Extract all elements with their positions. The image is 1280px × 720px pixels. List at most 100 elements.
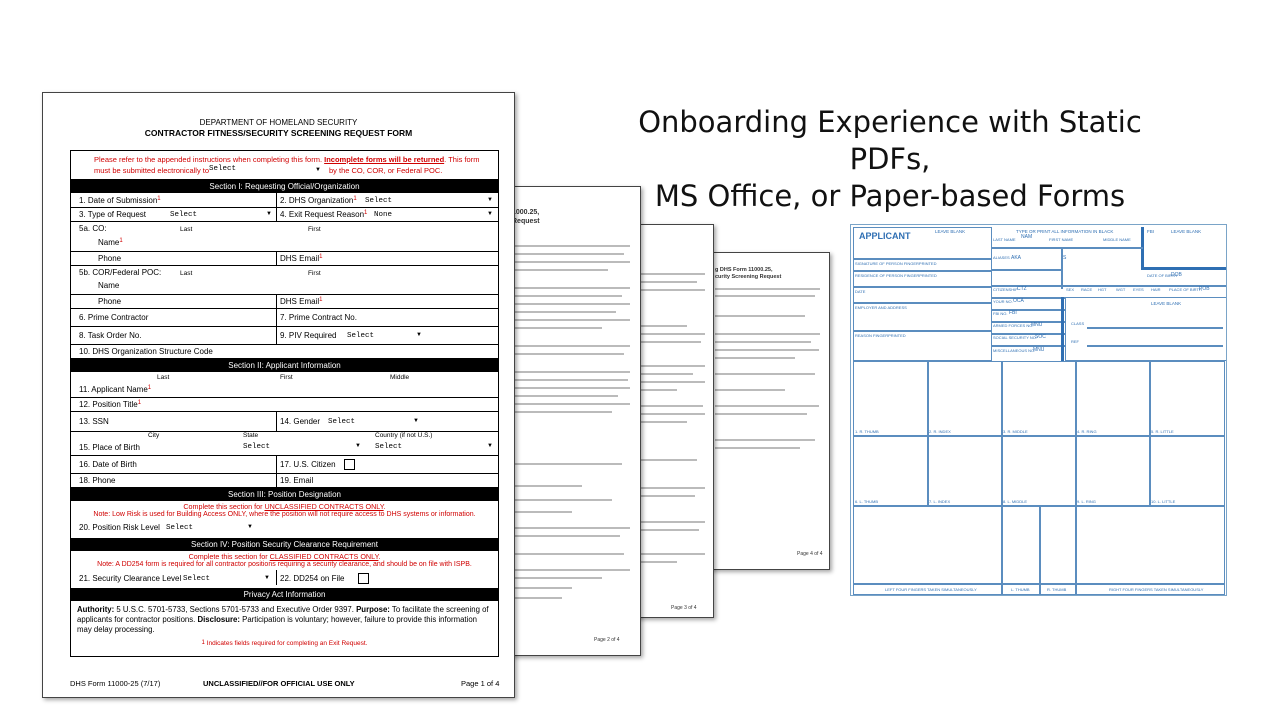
- fp-l-thumb: L. THUMB: [1011, 587, 1030, 592]
- row-6-7: 6. Prime Contractor 7. Prime Contract No…: [71, 308, 498, 327]
- page-4-heading-a: g DHS Form 11000.25,: [715, 267, 773, 273]
- fp-your-no: YOUR NO.: [993, 299, 1013, 304]
- fp-date-label: DATE: [855, 289, 866, 294]
- piv-required-select[interactable]: Select: [347, 332, 374, 340]
- row-10: 10. DHS Organization Structure Code: [71, 344, 498, 359]
- exit-reason-label: 4. Exit Request Reason: [280, 210, 365, 219]
- form-page-2: 1000.25, Request Page 2 of 4: [505, 186, 641, 656]
- row-16-17: 16. Date of Birth 17. U.S. Citizen: [71, 455, 498, 474]
- chevron-down-icon: ▼: [264, 575, 270, 581]
- birth-country-select[interactable]: Select: [375, 443, 402, 451]
- privacy-authority-label: Authority:: [77, 605, 115, 614]
- privacy-text: Authority: 5 U.S.C. 5701-5733, Sections …: [77, 605, 493, 635]
- fp-finger-7: 7. L. INDEX: [929, 499, 951, 504]
- cor-dhs-email-label: DHS Email: [280, 297, 320, 306]
- row-20: 20. Position Risk Level Select ▼: [71, 520, 498, 535]
- s4-note-2: Note: A DD254 form is required for all c…: [97, 561, 472, 568]
- co-first-label: First: [308, 226, 321, 233]
- applicant-first-label: First: [280, 374, 293, 381]
- co-phone-label: Phone: [98, 254, 122, 263]
- type-of-request-label: 3. Type of Request: [79, 210, 147, 219]
- fp-citizenship: CITIZENSHIP: [993, 287, 1018, 292]
- submit-to-select[interactable]: Select: [209, 165, 236, 173]
- us-citizen-checkbox[interactable]: [344, 459, 355, 470]
- fp-pob: POB: [1199, 286, 1210, 292]
- fp-fbi: FBI: [1147, 229, 1155, 234]
- slide-title: Onboarding Experience with Static PDFs, …: [600, 104, 1180, 215]
- row-5b-phone: Phone DHS Email1: [71, 294, 498, 309]
- fp-hair: HAIR: [1151, 287, 1161, 292]
- form-body: Please refer to the appended instruction…: [70, 150, 499, 657]
- co-label: 5a. CO:: [79, 224, 107, 233]
- dd254-checkbox[interactable]: [358, 573, 369, 584]
- notice-text-2: . This form: [444, 155, 480, 164]
- phone-label: 18. Phone: [79, 476, 116, 485]
- gender-select[interactable]: Select: [328, 418, 355, 426]
- co-name-label: Name: [98, 238, 120, 247]
- chevron-down-icon: ▼: [247, 524, 253, 530]
- section-2-header: Section II: Applicant Information: [71, 359, 498, 372]
- birth-state-select[interactable]: Select: [243, 443, 270, 451]
- dd254-label: 22. DD254 on File: [280, 574, 345, 583]
- fp-finger-8: 8. L. MIDDLE: [1003, 499, 1028, 504]
- privacy-purpose-label: Purpose:: [356, 605, 390, 614]
- notice-text-1: Please refer to the appended instruction…: [94, 155, 323, 164]
- section-4-header: Section IV: Position Security Clearance …: [71, 538, 498, 551]
- form-agency: DEPARTMENT OF HOMELAND SECURITY: [199, 118, 358, 127]
- s3-note-1a: Complete this section for: [183, 502, 265, 511]
- prime-contractor-label: 6. Prime Contractor: [79, 313, 149, 322]
- clearance-level-select[interactable]: Select: [183, 575, 210, 583]
- ssn-label: 13. SSN: [79, 417, 109, 426]
- piv-required-label: 9. PIV Required: [280, 331, 337, 340]
- fp-armed-forces: ARMED FORCES NO.: [993, 323, 1034, 328]
- fp-fbi-val: FBI: [1009, 310, 1017, 316]
- dhs-organization-select[interactable]: Select: [365, 197, 392, 205]
- footer-classification: UNCLASSIFIED//FOR OFFICIAL USE ONLY: [203, 679, 355, 688]
- page-2-label: Page 2 of 4: [594, 637, 620, 643]
- section-1-header: Section I: Requesting Official/Organizat…: [71, 180, 498, 193]
- fp-misc-no: MISCELLANEOUS NO.: [993, 348, 1036, 353]
- form-title: CONTRACTOR FITNESS/SECURITY SCREENING RE…: [144, 128, 413, 138]
- fp-aliases: ALIASES: [993, 255, 1010, 260]
- page-4-heading-b: curity Screening Request: [715, 274, 782, 280]
- fp-reason: REASON FINGERPRINTED: [855, 333, 906, 338]
- s4-note-1a: Complete this section for: [188, 552, 270, 561]
- page-4-label: Page 4 of 4: [797, 551, 823, 557]
- section-4-notes: Complete this section for CLASSIFIED CON…: [71, 551, 498, 570]
- fp-signature-fingerprinted: SIGNATURE OF PERSON FINGERPRINTED: [855, 261, 937, 266]
- chevron-down-icon: ▼: [315, 167, 321, 173]
- fp-dob: DOB: [1171, 272, 1182, 278]
- fp-finger-9: 9. L. RING: [1077, 499, 1096, 504]
- form-page-1: DEPARTMENT OF HOMELAND SECURITY CONTRACT…: [42, 92, 515, 698]
- fp-first-name: FIRST NAME: [1049, 237, 1074, 242]
- co-dhs-email-label: DHS Email: [280, 254, 320, 263]
- fp-middle-name: MIDDLE NAME: [1103, 237, 1131, 242]
- fp-finger-3: 3. R. MIDDLE: [1003, 429, 1028, 434]
- email-label: 19. Email: [280, 476, 314, 485]
- cor-first-label: First: [308, 270, 321, 277]
- fp-finger-4: 4. R. RING: [1077, 429, 1097, 434]
- fp-place-of-birth: PLACE OF BIRTH: [1169, 287, 1202, 292]
- exit-reason-select[interactable]: None: [374, 211, 392, 219]
- fp-finger-5: 5. R. LITTLE: [1151, 429, 1174, 434]
- position-risk-select[interactable]: Select: [166, 524, 193, 532]
- privacy-header: Privacy Act Information: [71, 588, 498, 601]
- fp-finger-10: 10. L. LITTLE: [1151, 499, 1176, 504]
- chevron-down-icon: ▼: [487, 197, 493, 203]
- page-2-heading-b: Request: [512, 218, 540, 225]
- type-of-request-select[interactable]: Select: [170, 211, 197, 219]
- fp-finger-2: 2. R. INDEX: [929, 429, 951, 434]
- row-8-9: 8. Task Order No. 9. PIV Required Select…: [71, 326, 498, 345]
- fp-residence: RESIDENCE OF PERSON FINGERPRINTED: [855, 273, 937, 278]
- row-21-22: 21. Security Clearance Level Select ▼ 22…: [71, 570, 498, 585]
- applicant-middle-label: Middle: [390, 374, 410, 381]
- chevron-down-icon: ▼: [487, 211, 493, 217]
- fp-class: CLASS: [1071, 321, 1085, 326]
- cor-name-label: Name: [98, 281, 120, 290]
- fp-sex-marker: S: [1063, 255, 1067, 261]
- place-of-birth-label: 15. Place of Birth: [79, 443, 140, 452]
- row-18-19: 18. Phone 19. Email: [71, 473, 498, 488]
- cor-label: 5b. COR/Federal POC:: [79, 268, 162, 277]
- dhs-organization-label: 2. DHS Organization: [280, 196, 354, 205]
- fp-applicant: APPLICANT: [859, 231, 911, 241]
